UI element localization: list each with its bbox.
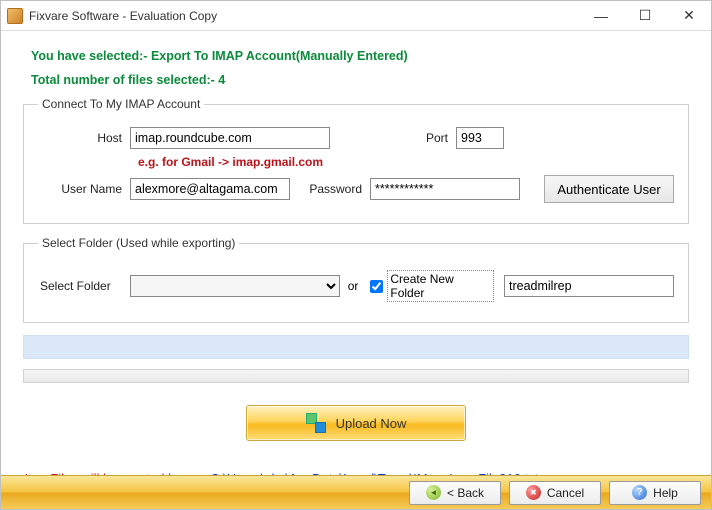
- progress-bar: [23, 369, 689, 383]
- help-icon: [632, 485, 647, 500]
- window-title: Fixvare Software - Evaluation Copy: [29, 9, 579, 23]
- back-icon: [426, 485, 441, 500]
- cancel-icon: [526, 485, 541, 500]
- cancel-label: Cancel: [547, 486, 584, 500]
- create-folder-checkbox[interactable]: [370, 280, 383, 293]
- imap-legend: Connect To My IMAP Account: [38, 97, 204, 111]
- password-label: Password: [290, 182, 370, 196]
- port-label: Port: [406, 131, 456, 145]
- or-label: or: [348, 279, 359, 293]
- select-folder-dropdown[interactable]: [130, 275, 340, 297]
- folder-legend: Select Folder (Used while exporting): [38, 236, 239, 250]
- host-label: Host: [38, 131, 130, 145]
- authenticate-button[interactable]: Authenticate User: [544, 175, 674, 203]
- imap-fieldset: Connect To My IMAP Account Host Port e.g…: [23, 97, 689, 224]
- minimize-button[interactable]: ―: [579, 1, 623, 30]
- footer-bar: < Back Cancel Help: [1, 475, 711, 509]
- username-input[interactable]: [130, 178, 290, 200]
- create-folder-input[interactable]: [504, 275, 674, 297]
- maximize-button[interactable]: ☐: [623, 1, 667, 30]
- back-button[interactable]: < Back: [409, 481, 501, 505]
- progress-area: [23, 335, 689, 383]
- upload-button[interactable]: Upload Now: [246, 405, 466, 441]
- back-label: < Back: [447, 486, 484, 500]
- selection-summary: You have selected:- Export To IMAP Accou…: [31, 49, 681, 63]
- username-label: User Name: [38, 182, 130, 196]
- cancel-button[interactable]: Cancel: [509, 481, 601, 505]
- app-icon: [7, 8, 23, 24]
- upload-icon: [306, 413, 326, 433]
- file-count-summary: Total number of files selected:- 4: [31, 73, 681, 87]
- select-folder-label: Select Folder: [38, 279, 130, 293]
- close-button[interactable]: ✕: [667, 1, 711, 30]
- host-input[interactable]: [130, 127, 330, 149]
- status-bar: [23, 335, 689, 359]
- create-folder-label[interactable]: Create New Folder: [387, 270, 494, 302]
- help-label: Help: [653, 486, 678, 500]
- titlebar: Fixvare Software - Evaluation Copy ― ☐ ✕: [1, 1, 711, 31]
- folder-fieldset: Select Folder (Used while exporting) Sel…: [23, 236, 689, 323]
- upload-label: Upload Now: [336, 416, 407, 431]
- authenticate-label: Authenticate User: [557, 182, 660, 197]
- password-input[interactable]: [370, 178, 520, 200]
- host-hint: e.g. for Gmail -> imap.gmail.com: [138, 155, 674, 169]
- help-button[interactable]: Help: [609, 481, 701, 505]
- port-input[interactable]: [456, 127, 504, 149]
